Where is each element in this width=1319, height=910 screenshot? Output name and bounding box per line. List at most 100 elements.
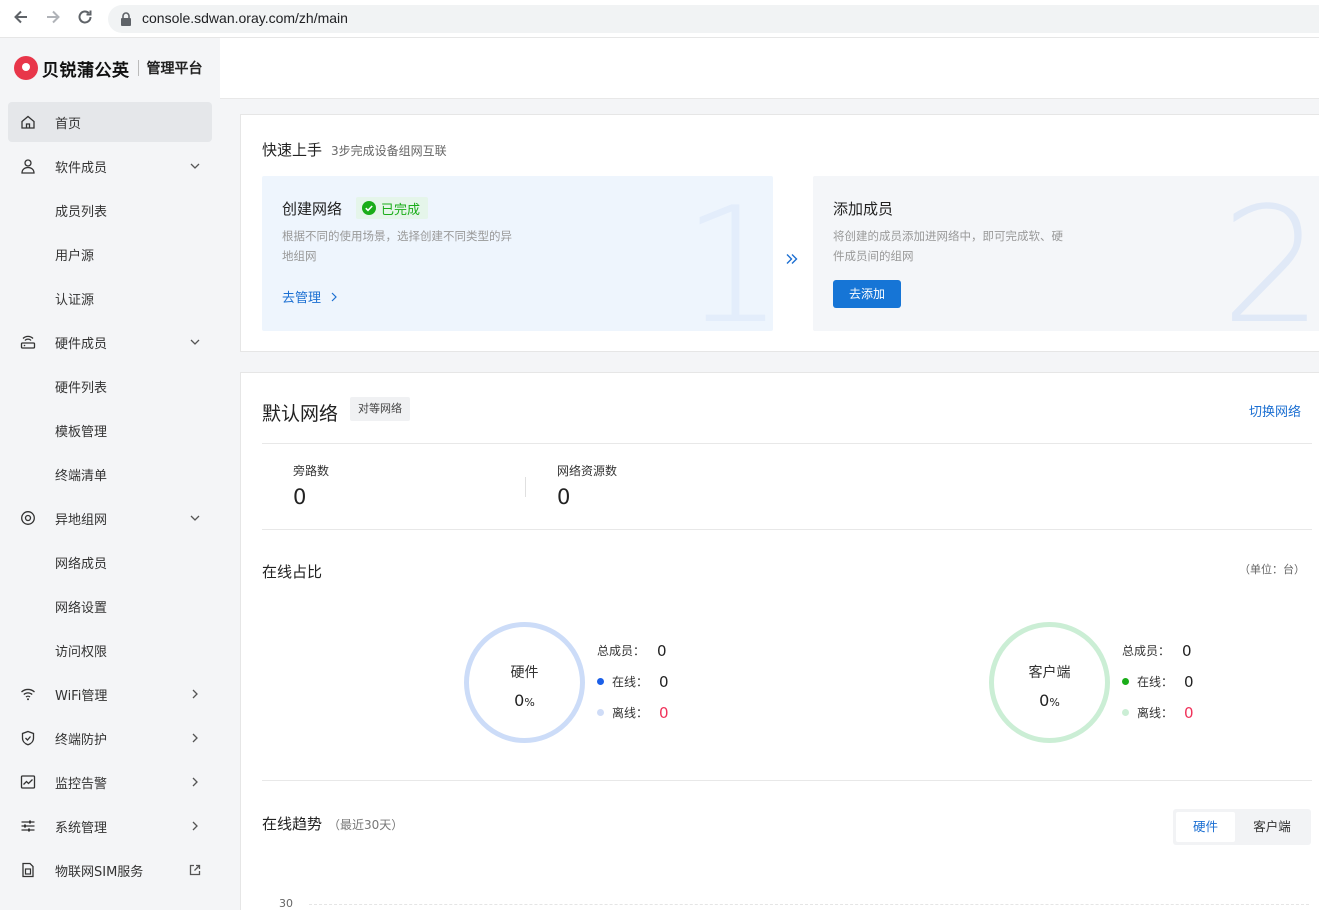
legend-total: 总成员： 0 [597, 635, 669, 666]
sidebar-item-user-source[interactable]: 用户源 [8, 234, 212, 274]
brand-name: 贝锐蒲公英 [42, 60, 130, 81]
ring-value: 0% [994, 691, 1105, 710]
check-circle-icon [362, 201, 376, 215]
ring-value: 0% [469, 691, 580, 710]
stat-value: 0 [557, 485, 571, 509]
step-title: 添加成员 [833, 200, 894, 218]
y-axis-tick: 30 [279, 897, 293, 910]
brand-logo[interactable]: 贝锐蒲公英 管理平台 [14, 56, 203, 81]
sidebar-item-iot-sim-service[interactable]: 物联网SIM服务 [8, 850, 212, 890]
sidebar-item-label: 物联网SIM服务 [55, 864, 144, 880]
legend-online: 在线： 0 [1122, 666, 1194, 697]
brand-logo-icon [14, 56, 38, 80]
wifi-icon [21, 688, 35, 701]
step-create-network: 1 创建网络 已完成 根据不同的使用场景，选择创建不同类型的异地组网 去管理 [262, 176, 773, 331]
sidebar-menu: 首页 软件成员 成员列表 用户源 认证源 硬件成员 硬件列表 模板管理 终端清单… [8, 102, 212, 894]
sidebar-item-label: 硬件成员 [55, 336, 108, 352]
sidebar-item-label: 模板管理 [55, 424, 108, 440]
forward-arrow-icon[interactable] [42, 8, 64, 30]
sidebar-item-hardware-members[interactable]: 硬件成员 [8, 322, 212, 362]
sidebar-item-system-management[interactable]: 系统管理 [8, 806, 212, 846]
browser-toolbar: console.sdwan.oray.com/zh/main [0, 0, 1319, 38]
trend-subtitle: （最近30天） [328, 818, 404, 832]
legend-label: 离线： [1137, 706, 1174, 720]
chart-gridline [309, 904, 1309, 905]
sidebar-item-network-members[interactable]: 网络成员 [8, 542, 212, 582]
sidebar-item-wifi-management[interactable]: WiFi管理 [8, 674, 212, 714]
main-content: 快速上手 3步完成设备组网互联 1 创建网络 已完成 根据不同的使用场景，选择创… [220, 38, 1319, 910]
sidebar-item-member-list[interactable]: 成员列表 [8, 190, 212, 230]
sidebar-item-label: 系统管理 [55, 820, 108, 836]
settings-sliders-icon [21, 820, 35, 832]
legend-value: 0 [659, 703, 669, 722]
double-chevron-right-icon [786, 254, 798, 264]
sidebar-item-software-members[interactable]: 软件成员 [8, 146, 212, 186]
unit-label: （单位：台） [1239, 563, 1305, 576]
url-text: console.sdwan.oray.com/zh/main [142, 10, 348, 26]
chevron-right-icon [331, 292, 337, 301]
sidebar-item-terminal-protection[interactable]: 终端防护 [8, 718, 212, 758]
tab-client[interactable]: 客户端 [1239, 812, 1305, 842]
legend-value: 0 [1182, 641, 1192, 660]
sidebar-item-remote-networking[interactable]: 异地组网 [8, 498, 212, 538]
chevron-right-icon [192, 689, 198, 699]
quick-start-title: 快速上手 [262, 141, 323, 159]
sidebar-item-label: 终端清单 [55, 468, 108, 484]
ring-label: 硬件 [510, 665, 539, 681]
sidebar-item-label: 硬件列表 [55, 380, 108, 396]
sidebar-item-label: 软件成员 [55, 160, 108, 176]
stat-label: 网络资源数 [557, 464, 618, 478]
ring-percent: 0 [514, 691, 525, 710]
go-manage-link[interactable]: 去管理 [282, 287, 339, 306]
sidebar-item-network-settings[interactable]: 网络设置 [8, 586, 212, 626]
legend-label: 离线： [612, 706, 649, 720]
stat-label: 旁路数 [293, 464, 330, 478]
divider [262, 780, 1312, 781]
sidebar-item-auth-source[interactable]: 认证源 [8, 278, 212, 318]
divider [262, 443, 1312, 444]
legend-label: 在线： [1137, 675, 1174, 689]
step-title: 创建网络 [282, 200, 343, 218]
stat-divider [525, 477, 526, 497]
hardware-legend: 总成员： 0 在线： 0 离线： 0 [597, 635, 669, 728]
bypass-count-stat: 旁路数 0 [293, 462, 329, 509]
shield-icon [21, 730, 35, 746]
quick-start-subtitle: 3步完成设备组网互联 [331, 144, 447, 158]
legend-value: 0 [659, 672, 669, 691]
legend-online: 在线： 0 [597, 666, 669, 697]
sidebar-item-home[interactable]: 首页 [8, 102, 212, 142]
chevron-right-icon [192, 777, 198, 787]
sidebar-item-terminal-list[interactable]: 终端清单 [8, 454, 212, 494]
client-online-ring: 客户端 0% [989, 622, 1110, 743]
go-add-button[interactable]: 去添加 [833, 280, 901, 308]
sidebar-item-monitoring-alerts[interactable]: 监控告警 [8, 762, 212, 802]
offline-dot-icon [597, 709, 604, 716]
sidebar-item-template-management[interactable]: 模板管理 [8, 410, 212, 450]
address-bar[interactable]: console.sdwan.oray.com/zh/main [108, 5, 1319, 33]
completed-badge: 已完成 [356, 197, 429, 219]
monitor-icon [20, 775, 36, 789]
network-type-tag: 对等网络 [350, 397, 410, 421]
sidebar-item-access-permissions[interactable]: 访问权限 [8, 630, 212, 670]
sidebar-item-label: 首页 [55, 116, 82, 132]
network-icon [21, 511, 35, 525]
step-description: 将创建的成员添加进网络中，即可完成软、硬件成员间的组网 [833, 229, 1063, 263]
reload-icon[interactable] [74, 8, 96, 30]
sidebar-item-hardware-list[interactable]: 硬件列表 [8, 366, 212, 406]
legend-offline: 离线： 0 [1122, 697, 1194, 728]
chevron-right-icon [192, 821, 198, 831]
switch-network-link[interactable]: 切换网络 [1249, 401, 1301, 420]
chevron-down-icon [190, 515, 200, 521]
brand-subtitle: 管理平台 [146, 61, 203, 77]
back-arrow-icon[interactable] [10, 8, 32, 30]
sidebar-item-label: 监控告警 [55, 776, 108, 792]
legend-value: 0 [1184, 703, 1194, 722]
sidebar-item-label: 用户源 [55, 248, 95, 264]
external-link-icon [189, 864, 201, 876]
tab-hardware[interactable]: 硬件 [1176, 812, 1235, 842]
legend-label: 在线： [612, 675, 649, 689]
legend-total: 总成员： 0 [1122, 635, 1194, 666]
divider [262, 529, 1312, 530]
ring-label: 客户端 [1028, 665, 1071, 681]
online-dot-icon [1122, 678, 1129, 685]
